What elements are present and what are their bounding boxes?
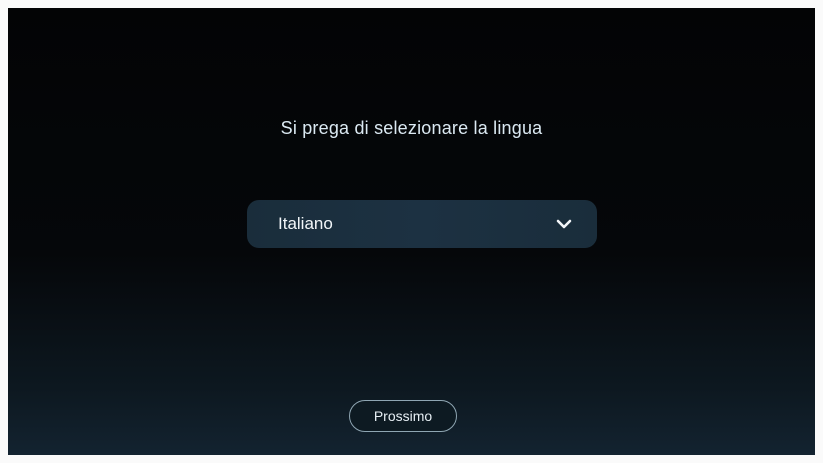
language-select-value: Italiano <box>278 214 333 233</box>
next-button[interactable]: Prossimo <box>349 400 457 432</box>
chevron-down-icon <box>555 215 573 233</box>
page: Si prega di selezionare la lingua Italia… <box>0 0 823 463</box>
language-select[interactable]: Italiano <box>247 200 597 248</box>
setup-screen: Si prega di selezionare la lingua Italia… <box>8 8 815 455</box>
language-prompt: Si prega di selezionare la lingua <box>280 118 543 138</box>
